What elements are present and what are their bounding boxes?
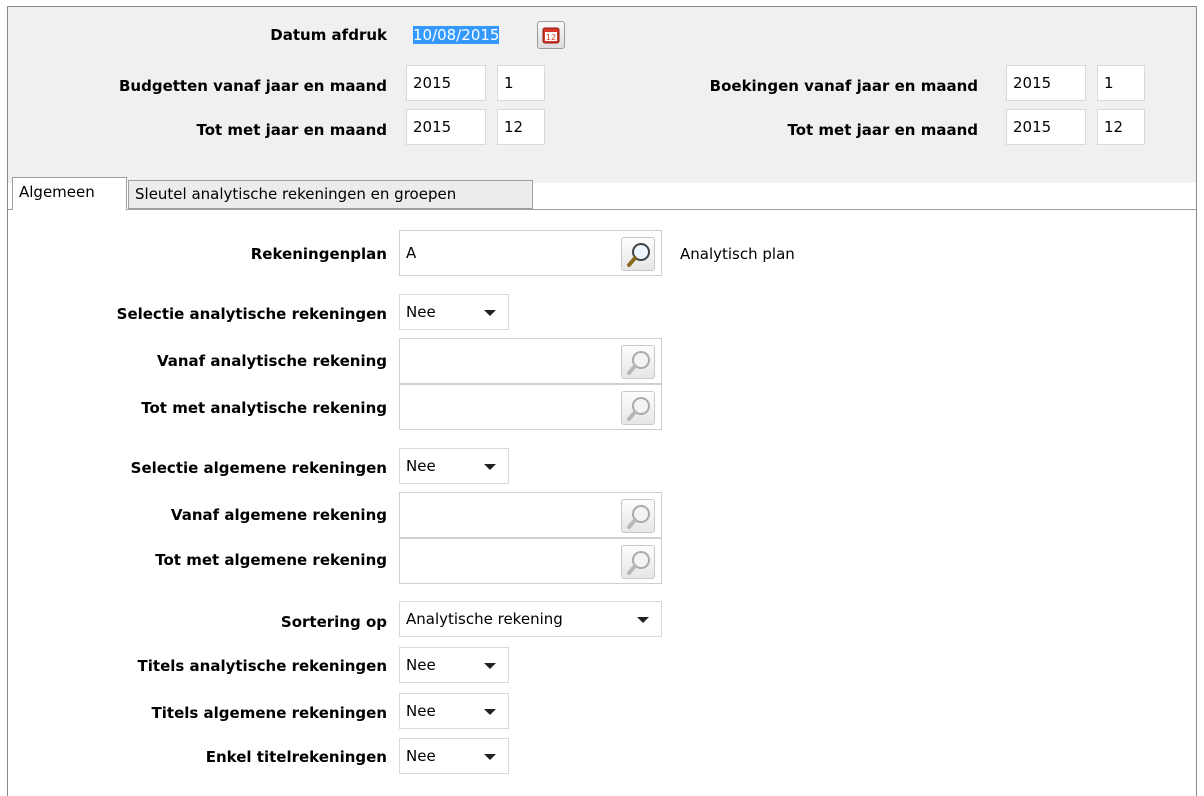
bookings-to-year-input[interactable]: 2015: [1006, 109, 1086, 145]
to-general-lookup[interactable]: [399, 538, 662, 584]
select-analytic-value: Nee: [406, 303, 436, 321]
titles-general-value: Nee: [406, 702, 436, 720]
budgets-to-year-input[interactable]: 2015: [406, 109, 486, 145]
chevron-down-icon: [484, 310, 496, 316]
chart-of-accounts-lookup[interactable]: A: [399, 230, 662, 276]
chevron-down-icon: [637, 617, 649, 623]
from-analytic-search-button[interactable]: [621, 345, 655, 379]
tabstrip-border: [8, 209, 1196, 210]
bookings-from-month-input[interactable]: 1: [1097, 65, 1145, 101]
budgets-to-label: Tot met jaar en maand: [196, 121, 387, 139]
from-general-label: Vanaf algemene rekening: [170, 506, 387, 524]
bookings-to-label: Tot met jaar en maand: [787, 121, 978, 139]
chevron-down-icon: [484, 663, 496, 669]
sort-label: Sortering op: [280, 613, 387, 631]
tab-sleutel-analytische-rekeningen[interactable]: Sleutel analytische rekeningen en groepe…: [128, 180, 533, 209]
calendar-icon: 12: [542, 27, 560, 44]
titles-analytic-label: Titels analytische rekeningen: [137, 657, 387, 675]
sort-dropdown[interactable]: Analytische rekening: [399, 601, 662, 637]
calendar-button[interactable]: 12: [537, 21, 565, 49]
chart-of-accounts-label: Rekeningenplan: [250, 245, 387, 263]
from-general-search-button[interactable]: [621, 499, 655, 533]
magnifier-icon: [627, 551, 650, 575]
magnifier-icon: [627, 243, 650, 267]
from-analytic-label: Vanaf analytische rekening: [156, 352, 387, 370]
select-analytic-dropdown[interactable]: Nee: [399, 294, 509, 330]
select-general-label: Selectie algemene rekeningen: [130, 459, 387, 477]
bookings-to-month-input[interactable]: 12: [1097, 109, 1145, 145]
budgets-from-year-input[interactable]: 2015: [406, 65, 486, 101]
select-analytic-label: Selectie analytische rekeningen: [116, 305, 387, 323]
from-analytic-lookup[interactable]: [399, 338, 662, 384]
titles-analytic-value: Nee: [406, 656, 436, 674]
sort-value: Analytische rekening: [406, 610, 563, 628]
bookings-from-label: Boekingen vanaf jaar en maand: [709, 77, 978, 95]
titles-general-label: Titels algemene rekeningen: [151, 704, 387, 722]
chart-of-accounts-description: Analytisch plan: [680, 245, 795, 263]
chart-of-accounts-search-button[interactable]: [621, 237, 655, 271]
budgets-from-month-input[interactable]: 1: [497, 65, 545, 101]
titles-analytic-dropdown[interactable]: Nee: [399, 647, 509, 683]
magnifier-icon: [627, 351, 650, 375]
print-date-label: Datum afdruk: [270, 26, 387, 44]
svg-text:12: 12: [546, 33, 556, 42]
titles-general-dropdown[interactable]: Nee: [399, 693, 509, 729]
to-analytic-search-button[interactable]: [621, 391, 655, 425]
chevron-down-icon: [484, 754, 496, 760]
from-general-lookup[interactable]: [399, 492, 662, 538]
print-date-field[interactable]: 10/08/2015: [413, 25, 500, 45]
chart-of-accounts-value[interactable]: A: [406, 243, 416, 263]
print-date-value[interactable]: 10/08/2015: [413, 26, 500, 44]
to-general-label: Tot met algemene rekening: [155, 551, 387, 569]
bookings-from-year-input[interactable]: 2015: [1006, 65, 1086, 101]
tab-algemeen[interactable]: Algemeen: [12, 177, 127, 210]
budgets-from-label: Budgetten vanaf jaar en maand: [119, 77, 387, 95]
select-general-dropdown[interactable]: Nee: [399, 448, 509, 484]
chevron-down-icon: [484, 464, 496, 470]
only-titles-value: Nee: [406, 747, 436, 765]
to-analytic-label: Tot met analytische rekening: [141, 399, 387, 417]
only-titles-label: Enkel titelrekeningen: [205, 748, 387, 766]
to-analytic-lookup[interactable]: [399, 384, 662, 430]
chevron-down-icon: [484, 709, 496, 715]
budgets-to-month-input[interactable]: 12: [497, 109, 545, 145]
to-general-search-button[interactable]: [621, 545, 655, 579]
only-titles-dropdown[interactable]: Nee: [399, 738, 509, 774]
magnifier-icon: [627, 505, 650, 529]
select-general-value: Nee: [406, 457, 436, 475]
magnifier-icon: [627, 397, 650, 421]
